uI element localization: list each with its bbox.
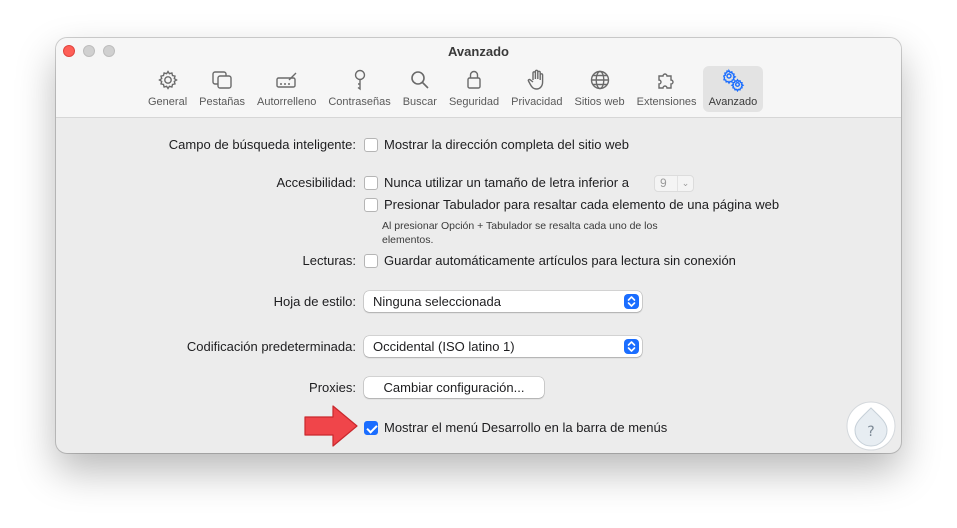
- min-font-size-value: 9: [660, 176, 667, 190]
- change-settings-button[interactable]: Cambiar configuración...: [364, 377, 544, 398]
- updown-arrows-icon: [624, 294, 639, 309]
- tab-seguridad[interactable]: Seguridad: [443, 66, 505, 112]
- tab-label: Seguridad: [448, 96, 500, 108]
- globe-icon: [590, 70, 609, 90]
- encoding-value: Occidental (ISO latino 1): [373, 339, 515, 354]
- smart-search-label: Campo de búsqueda inteligente:: [168, 137, 356, 152]
- tab-highlight-checkbox[interactable]: [364, 198, 378, 212]
- tab-extensiones[interactable]: Extensiones: [631, 66, 703, 112]
- save-articles-checkbox[interactable]: [364, 254, 378, 268]
- svg-text:?: ?: [867, 424, 874, 440]
- annotation-arrow-icon: [304, 405, 358, 447]
- save-articles-text: Guardar automáticamente artículos para l…: [384, 253, 736, 268]
- accessibility-label: Accesibilidad:: [276, 175, 357, 190]
- updown-arrows-icon: [624, 339, 639, 354]
- tab-label: Extensiones: [636, 96, 697, 108]
- puzzle-icon: [657, 73, 674, 89]
- style-sheet-label: Hoja de estilo:: [273, 294, 356, 309]
- tab-label: General: [148, 96, 188, 108]
- settings-tabs: General Pestañas Autorrelleno Contraseña…: [142, 66, 764, 112]
- lock-icon: [467, 70, 481, 89]
- tab-sitios-web[interactable]: Sitios web: [568, 66, 630, 112]
- tab-label: Buscar: [402, 96, 437, 108]
- min-font-size-checkbox[interactable]: [364, 176, 378, 190]
- min-font-size-text: Nunca utilizar un tamaño de letra inferi…: [384, 175, 629, 190]
- settings-content: Campo de búsqueda inteligente: Mostrar l…: [56, 119, 901, 453]
- tab-general[interactable]: General: [142, 66, 193, 112]
- show-develop-menu-checkbox[interactable]: [364, 421, 378, 435]
- show-full-address-text: Mostrar la dirección completa del sitio …: [384, 137, 629, 152]
- tab-avanzado[interactable]: Avanzado: [702, 66, 764, 112]
- gear-icon: [157, 70, 178, 90]
- gears-icon: [722, 68, 745, 92]
- tab-label: Autorrelleno: [257, 96, 317, 108]
- key-icon: [354, 69, 365, 91]
- tab-autorrelleno[interactable]: Autorrelleno: [251, 66, 322, 112]
- tab-privacidad[interactable]: Privacidad: [505, 66, 568, 112]
- style-sheet-select[interactable]: Ninguna seleccionada: [364, 291, 642, 312]
- min-font-size-select[interactable]: 9 ⌄: [654, 175, 694, 192]
- tab-highlight-text: Presionar Tabulador para resaltar cada e…: [384, 197, 780, 212]
- show-develop-menu-text: Mostrar el menú Desarrollo en la barra d…: [384, 420, 668, 435]
- tab-label: Contraseñas: [328, 96, 391, 108]
- show-full-address-checkbox[interactable]: [364, 138, 378, 152]
- tab-label: Pestañas: [199, 96, 246, 108]
- hand-icon: [527, 69, 544, 90]
- settings-toolbar: Avanzado General Pestañas Autorrelleno C…: [56, 38, 901, 118]
- tabs-icon: [212, 71, 232, 89]
- search-icon: [411, 71, 429, 89]
- tab-buscar[interactable]: Buscar: [397, 66, 443, 112]
- tab-label: Avanzado: [708, 96, 758, 108]
- chevron-down-icon: ⌄: [677, 176, 693, 191]
- tab-pestanas[interactable]: Pestañas: [193, 66, 251, 112]
- autofill-icon: [275, 72, 297, 88]
- tab-highlight-note: Al presionar Opción + Tabulador se resal…: [382, 220, 658, 246]
- style-sheet-value: Ninguna seleccionada: [373, 294, 501, 309]
- help-badge-icon: ?: [846, 401, 896, 451]
- encoding-label: Codificación predeterminada:: [186, 339, 356, 354]
- safari-settings-window: Avanzado General Pestañas Autorrelleno C…: [56, 38, 901, 453]
- tab-label: Privacidad: [511, 96, 563, 108]
- window-title: Avanzado: [448, 44, 509, 59]
- reading-list-label: Lecturas:: [302, 253, 356, 268]
- tab-contrasenas[interactable]: Contraseñas: [322, 66, 396, 112]
- proxies-label: Proxies:: [309, 380, 356, 395]
- encoding-select[interactable]: Occidental (ISO latino 1): [364, 336, 642, 357]
- tab-label: Sitios web: [574, 96, 625, 108]
